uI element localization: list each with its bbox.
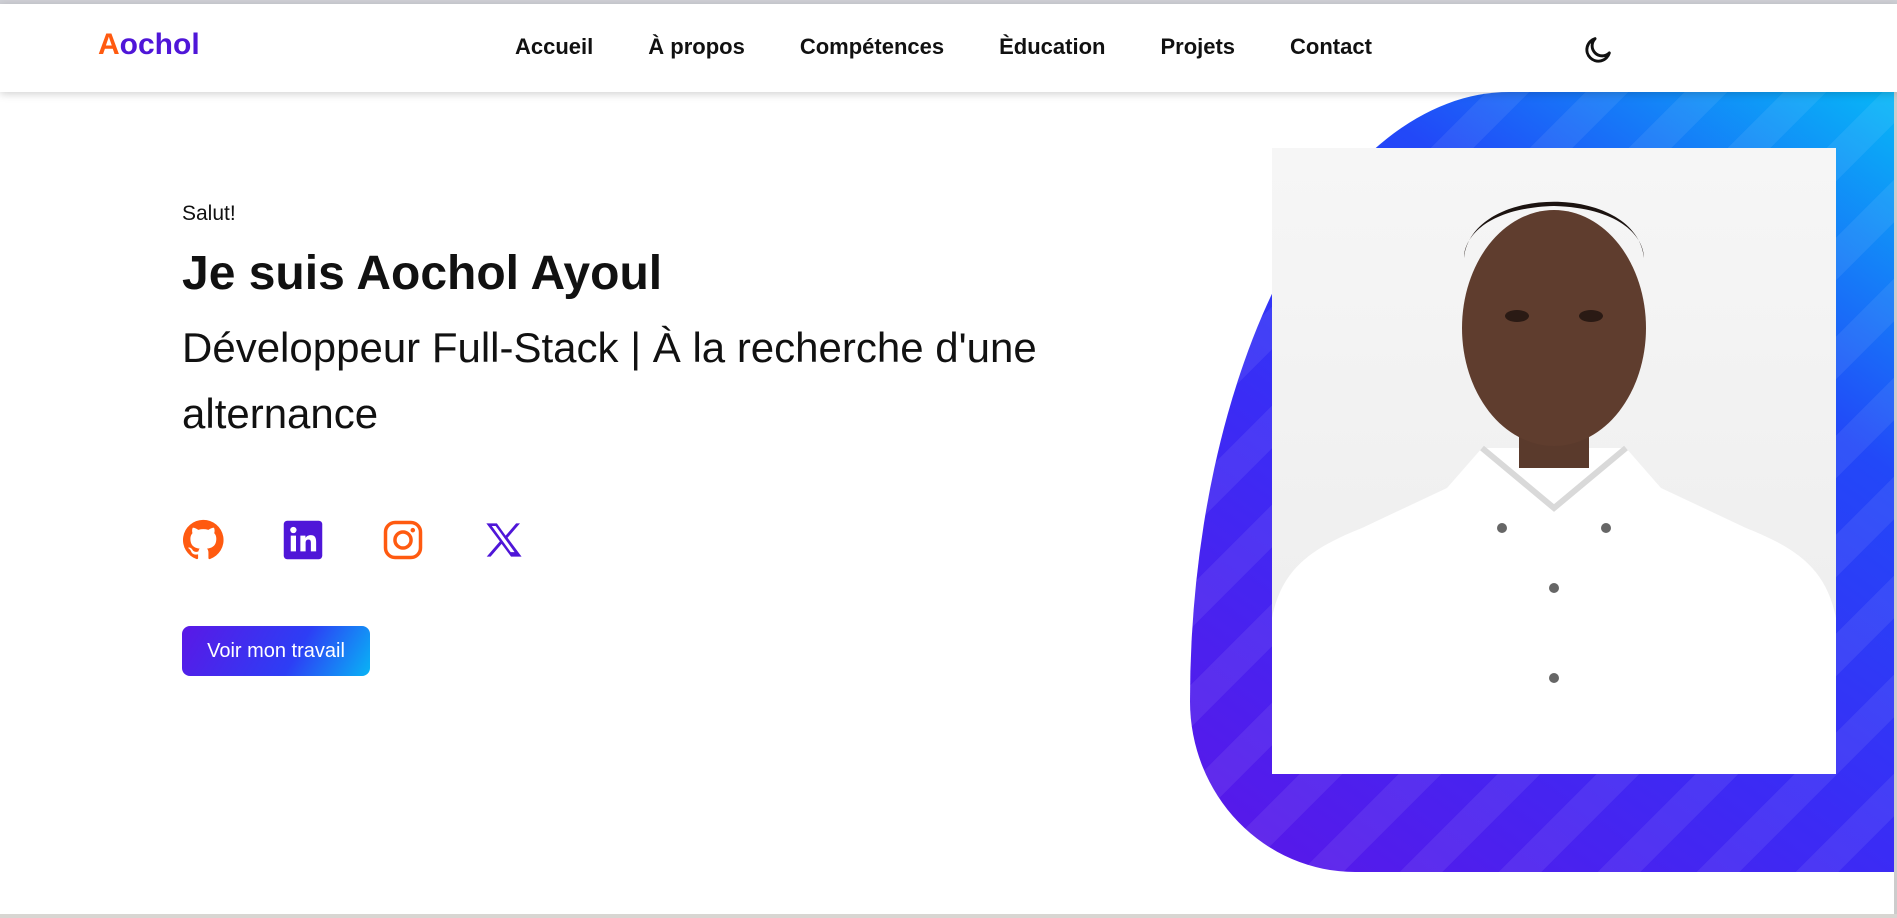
hero-title: Je suis Aochol Ayoul xyxy=(182,247,663,300)
moon-icon xyxy=(1585,37,1611,63)
linkedin-icon xyxy=(283,520,323,560)
hero-text: Salut! Je suis Aochol Ayoul Développeur … xyxy=(182,202,1122,447)
nav-link-contact[interactable]: Contact xyxy=(1290,34,1372,60)
hero-greeting: Salut! xyxy=(182,202,236,225)
logo-rest: ochol xyxy=(119,28,200,61)
hero-visual xyxy=(1190,92,1895,872)
nav-link-projets[interactable]: Projets xyxy=(1160,34,1235,60)
instagram-link[interactable] xyxy=(382,519,424,561)
x-link[interactable] xyxy=(482,519,524,561)
logo-first-letter: A xyxy=(98,28,120,61)
instagram-icon xyxy=(383,520,423,560)
social-links xyxy=(182,519,524,561)
x-icon xyxy=(486,523,522,557)
nav-links: Accueil À propos Compétences Èducation P… xyxy=(515,34,1372,60)
browser-bottom-border xyxy=(0,914,1897,918)
logo[interactable]: Aochol xyxy=(98,28,200,62)
person-silhouette-icon xyxy=(1272,201,1836,774)
theme-toggle-button[interactable] xyxy=(1582,34,1614,66)
nav-link-accueil[interactable]: Accueil xyxy=(515,34,593,60)
profile-photo xyxy=(1272,148,1836,774)
hero-subtitle: Développeur Full-Stack | À la recherche … xyxy=(182,324,1037,438)
navbar: Aochol Accueil À propos Compétences Èduc… xyxy=(0,4,1897,92)
github-icon xyxy=(182,519,224,560)
nav-link-education[interactable]: Èducation xyxy=(999,34,1105,60)
github-link[interactable] xyxy=(182,519,224,561)
linkedin-link[interactable] xyxy=(282,519,324,561)
view-work-button[interactable]: Voir mon travail xyxy=(182,626,370,676)
nav-link-a-propos[interactable]: À propos xyxy=(648,34,745,60)
nav-link-competences[interactable]: Compétences xyxy=(800,34,944,60)
